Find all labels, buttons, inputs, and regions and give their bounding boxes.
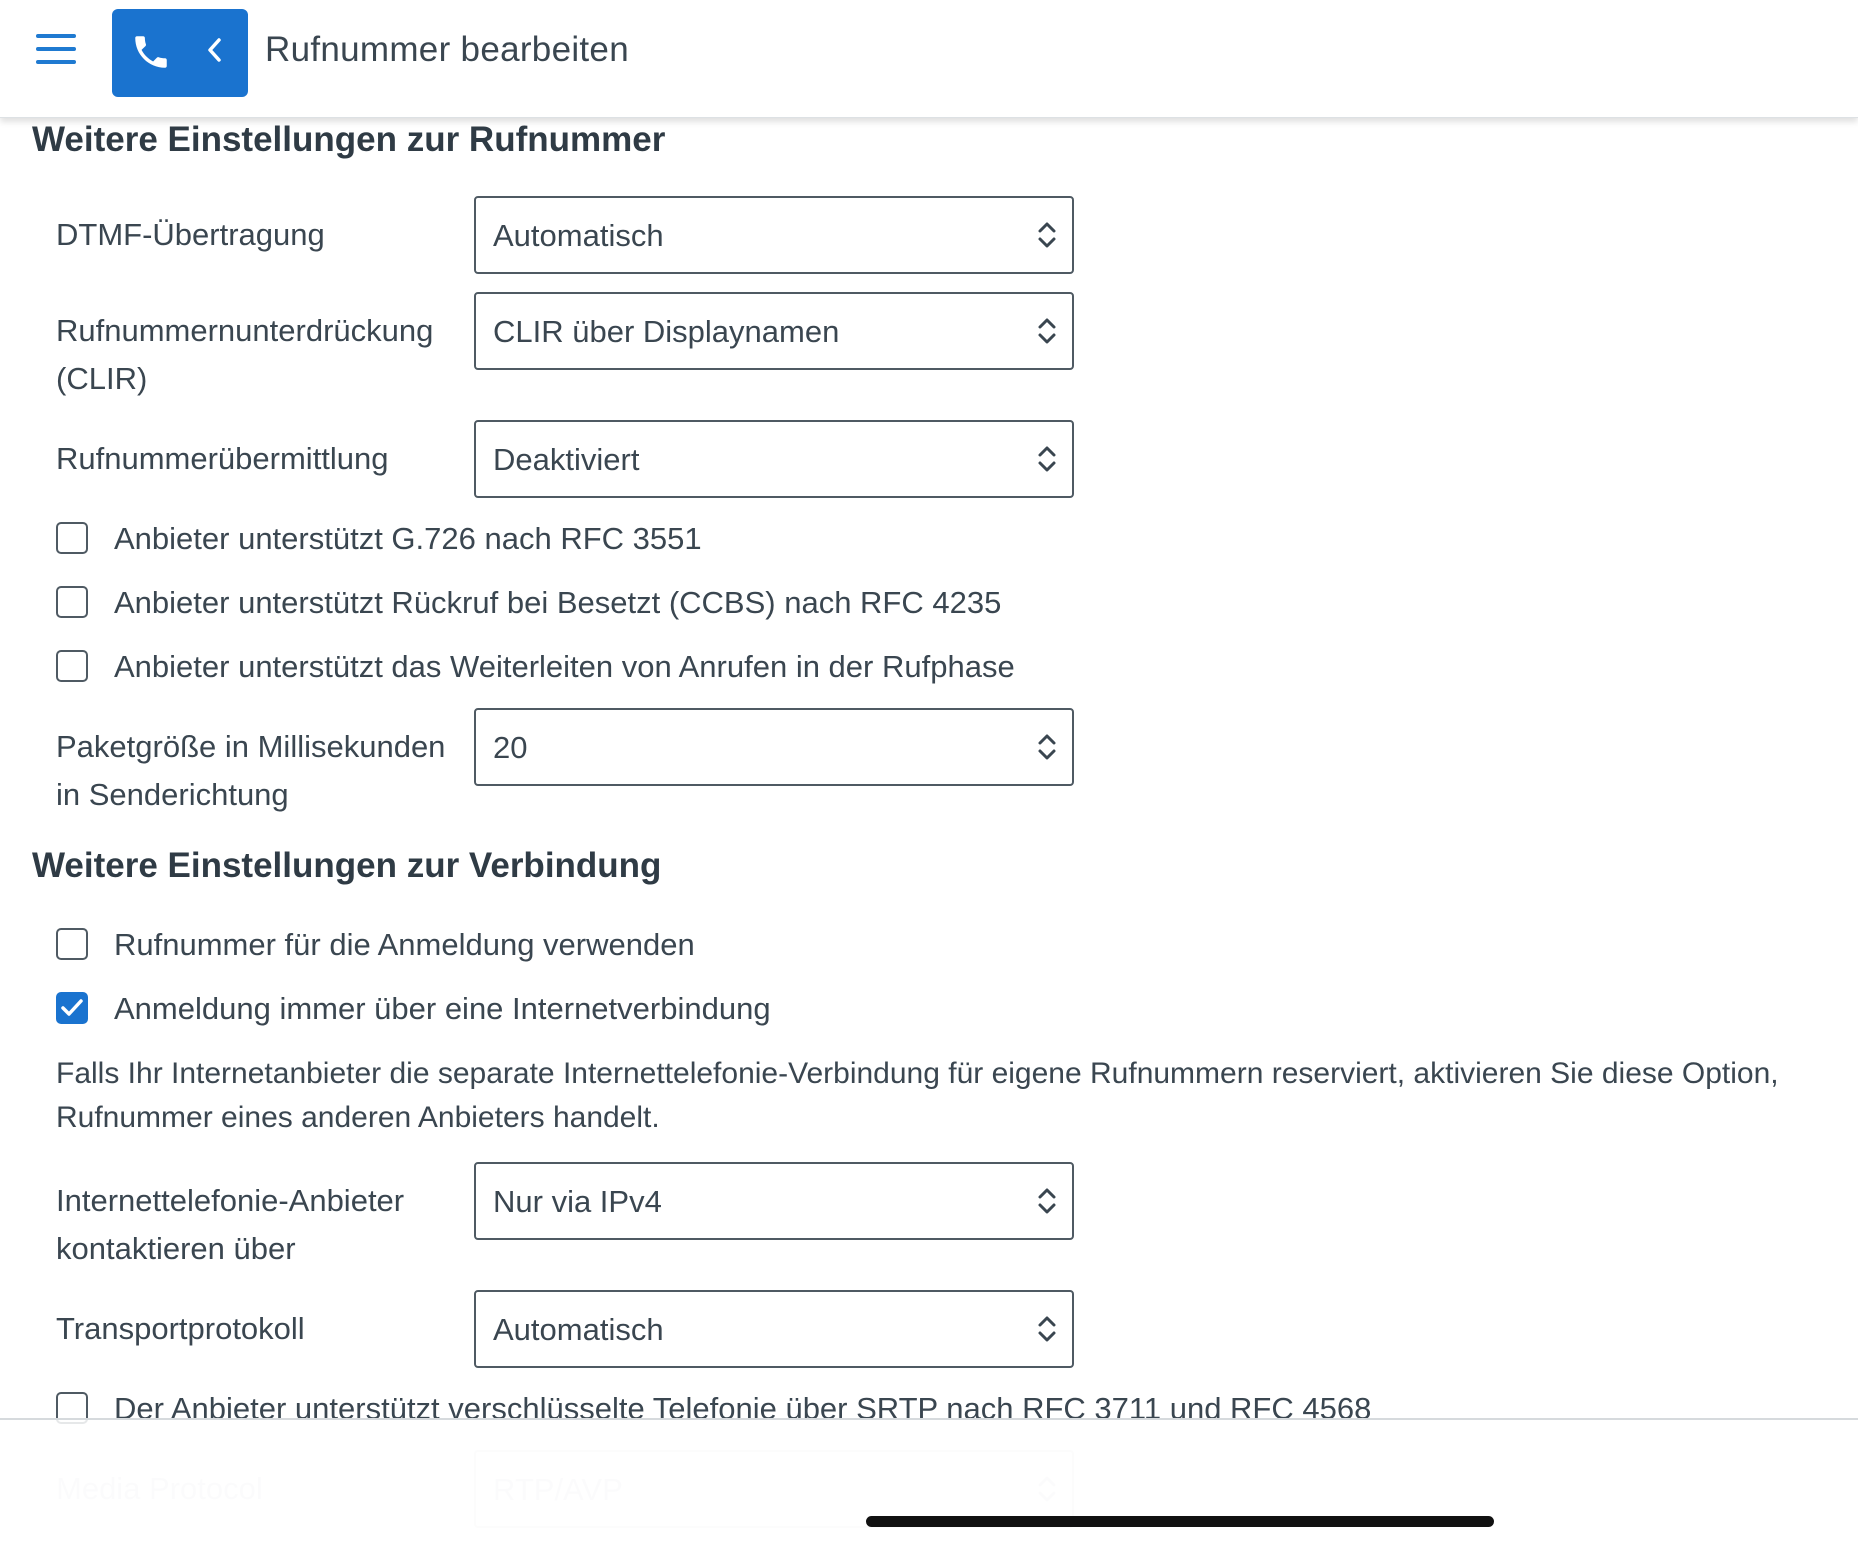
- clip-label: Rufnummerübermittlung: [56, 441, 389, 476]
- media-protocol-select-value: RTP/AVP: [493, 1472, 623, 1507]
- g726-checkbox[interactable]: [56, 522, 88, 554]
- section-heading-number: Weitere Einstellungen zur Rufnummer: [32, 120, 666, 159]
- section-heading-connection: Weitere Einstellungen zur Verbindung: [32, 846, 662, 885]
- registration-number-checkbox-label[interactable]: Rufnummer für die Anmeldung verwenden: [114, 925, 695, 965]
- ip-version-select-value: Nur via IPv4: [493, 1184, 662, 1219]
- g726-checkbox-label[interactable]: Anbieter unterstützt G.726 nach RFC 3551: [114, 519, 702, 559]
- ip-version-select[interactable]: Nur via IPv4: [474, 1162, 1074, 1240]
- bottom-toolbar-divider: [0, 1418, 1858, 1420]
- hamburger-menu-icon[interactable]: [36, 34, 76, 66]
- home-indicator[interactable]: [866, 1516, 1494, 1527]
- ip-version-label: Internettelefonie-Anbieter kontaktieren …: [56, 1183, 405, 1266]
- registration-number-checkbox[interactable]: [56, 928, 88, 960]
- transport-select-value: Automatisch: [493, 1312, 664, 1347]
- transport-label: Transportprotokoll: [56, 1311, 305, 1346]
- ccbs-checkbox-label[interactable]: Anbieter unterstützt Rückruf bei Besetzt…: [114, 583, 1001, 623]
- page-title: Rufnummer bearbeiten: [265, 30, 629, 69]
- select-chevron-icon: [1038, 1316, 1056, 1342]
- ccbs-checkbox[interactable]: [56, 586, 88, 618]
- dtmf-select-value: Automatisch: [493, 218, 664, 253]
- select-chevron-icon: [1038, 1188, 1056, 1214]
- clir-label: Rufnummernunterdrückung (CLIR): [56, 313, 434, 396]
- phone-icon: [135, 36, 167, 68]
- dtmf-label: DTMF-Übertragung: [56, 217, 325, 252]
- select-chevron-icon: [1038, 446, 1056, 472]
- checkmark-icon: [61, 999, 83, 1016]
- packet-size-select-value: 20: [493, 730, 528, 765]
- transport-select[interactable]: Automatisch: [474, 1290, 1074, 1368]
- clip-select-value: Deaktiviert: [493, 442, 640, 477]
- top-bar: Rufnummer bearbeiten: [0, 0, 1858, 118]
- info-text-line-1: Falls Ihr Internetanbieter die separate …: [56, 1057, 1779, 1090]
- clir-select-value: CLIR über Displaynamen: [493, 314, 840, 349]
- select-chevron-icon: [1038, 1476, 1056, 1502]
- select-chevron-icon: [1038, 222, 1056, 248]
- select-chevron-icon: [1038, 318, 1056, 344]
- packet-size-select[interactable]: 20: [474, 708, 1074, 786]
- info-text: Falls Ihr Internetanbieter die separate …: [56, 1052, 1858, 1140]
- internet-registration-checkbox[interactable]: [56, 992, 88, 1024]
- select-chevron-icon: [1038, 734, 1056, 760]
- dtmf-select[interactable]: Automatisch: [474, 196, 1074, 274]
- chevron-left-icon: [208, 38, 221, 62]
- settings-content: Weitere Einstellungen zur Rufnummer DTMF…: [0, 117, 1858, 1543]
- call-forwarding-checkbox[interactable]: [56, 650, 88, 682]
- phone-back-button[interactable]: [112, 9, 248, 97]
- srtp-checkbox-label[interactable]: Der Anbieter unterstützt verschlüsselte …: [114, 1389, 1371, 1429]
- call-forwarding-checkbox-label[interactable]: Anbieter unterstützt das Weiterleiten vo…: [114, 647, 1015, 687]
- internet-registration-checkbox-label[interactable]: Anmeldung immer über eine Internetverbin…: [114, 989, 771, 1029]
- media-protocol-label: Media Protocol: [56, 1471, 263, 1506]
- clir-select[interactable]: CLIR über Displaynamen: [474, 292, 1074, 370]
- packet-size-label: Paketgröße in Millisekunden in Senderich…: [56, 729, 446, 812]
- info-text-line-2: Rufnummer eines anderen Anbieters handel…: [56, 1101, 660, 1134]
- clip-select[interactable]: Deaktiviert: [474, 420, 1074, 498]
